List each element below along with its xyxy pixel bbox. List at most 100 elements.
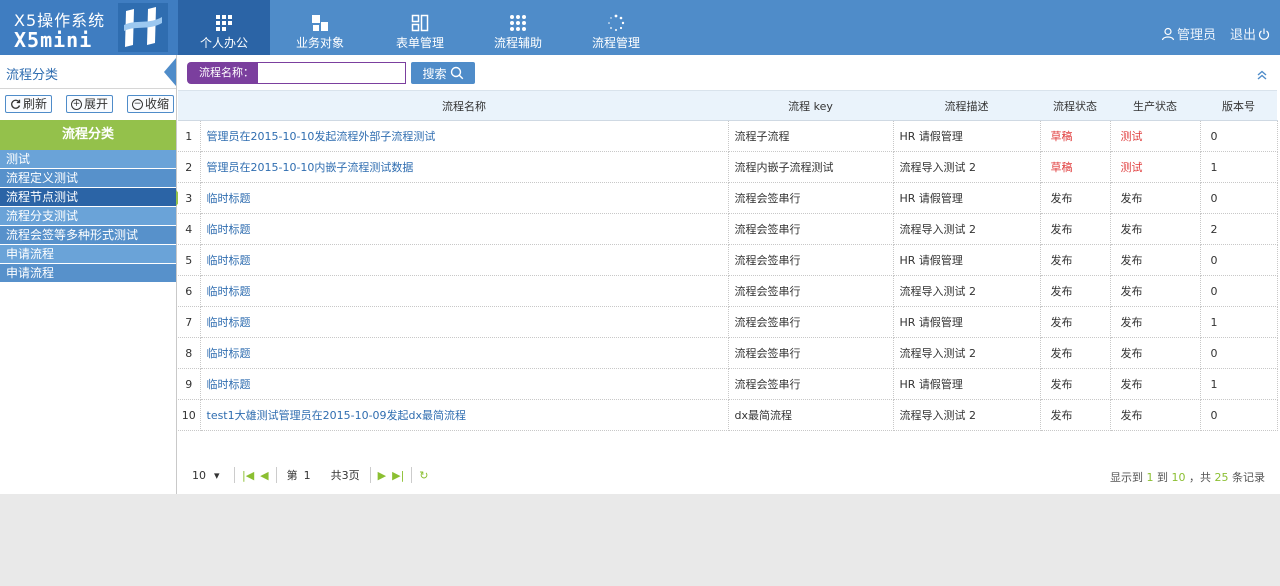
pagination: 10 ▾ |◀ ◀ 第 1 共3页 ▶ ▶| ↻ 显示到 1 到 10 ，共 2…: [178, 462, 1277, 488]
row-production-status: 发布: [1110, 306, 1201, 338]
table-row[interactable]: 7 临时标题 流程会签串行 HR 请假管理 发布 发布 1: [178, 306, 1278, 338]
form-icon: [411, 14, 429, 32]
table-row[interactable]: 9 临时标题 流程会签串行 HR 请假管理 发布 发布 1: [178, 368, 1278, 400]
row-name-link[interactable]: 临时标题: [200, 244, 729, 276]
brand: X5操作系统 X5mini: [0, 0, 178, 55]
main-content: 流程名称： 搜索 流程名称 流程 key 流程描述 流程状态 生产状态 版本号 …: [178, 55, 1280, 494]
row-description: 流程导入测试 2: [893, 337, 1041, 369]
divider: [234, 467, 235, 483]
user-area: 管理员 退出: [1161, 24, 1270, 43]
user-menu[interactable]: 管理员: [1161, 24, 1216, 43]
row-version: 0: [1200, 244, 1278, 276]
row-description: 流程导入测试 2: [893, 151, 1041, 183]
row-production-status: 发布: [1110, 337, 1201, 369]
divider: [411, 467, 413, 483]
dots-icon: [510, 15, 526, 31]
category-item[interactable]: 申请流程: [0, 245, 176, 264]
table-row[interactable]: 10 test1大雄测试管理员在2015-10-09发起dx最简流程 dx最简流程流…: [178, 399, 1278, 431]
row-name-link[interactable]: 临时标题: [200, 213, 729, 245]
column-header-name[interactable]: 流程名称: [200, 90, 728, 121]
row-name-link[interactable]: 临时标题: [200, 275, 729, 307]
row-name-link[interactable]: 临时标题: [200, 337, 729, 369]
table-row[interactable]: 8 临时标题 流程会签串行 流程导入测试 2 发布 发布 0: [178, 337, 1278, 369]
row-version: 1: [1200, 151, 1278, 183]
table-row[interactable]: 2 管理员在2015-10-10内嵌子流程测试数据 流程内嵌子流程测试 流程导入测试 …: [178, 151, 1278, 183]
category-item[interactable]: 流程会签等多种形式测试: [0, 226, 176, 245]
row-status: 发布: [1040, 306, 1111, 338]
category-item[interactable]: 申请流程: [0, 264, 176, 283]
blocks-icon: [312, 15, 328, 31]
nav-label: 流程辅助: [493, 36, 542, 50]
logo-icon: [118, 3, 168, 52]
nav-item-business-objects[interactable]: 业务对象: [270, 0, 370, 55]
app-window: X5操作系统 X5mini 个人办公 业务对象 表单管理 流程辅助 流程管理 管…: [0, 0, 1280, 494]
row-status: 发布: [1040, 399, 1111, 431]
page-size-select[interactable]: 10 ▾: [192, 469, 230, 482]
table-row[interactable]: 3 临时标题 流程会签串行 HR 请假管理 发布 发布 0: [178, 182, 1278, 214]
power-icon: [1258, 28, 1270, 40]
nav-label: 业务对象: [295, 36, 344, 50]
category-item[interactable]: 测试: [0, 150, 176, 169]
table-row[interactable]: 6 临时标题 流程会签串行 流程导入测试 2 发布 发布 0: [178, 275, 1278, 307]
nav-item-process-management[interactable]: 流程管理: [566, 0, 666, 55]
category-item[interactable]: 流程分支测试: [0, 207, 176, 226]
row-name-link[interactable]: 临时标题: [200, 182, 729, 214]
expand-button[interactable]: + 展开: [66, 95, 114, 113]
row-name-link[interactable]: 临时标题: [200, 368, 729, 400]
column-header-description[interactable]: 流程描述: [893, 90, 1040, 121]
nav-item-process-aid[interactable]: 流程辅助: [470, 0, 566, 55]
next-page-icon[interactable]: ▶: [378, 469, 386, 482]
row-name-link[interactable]: test1大雄测试管理员在2015-10-09发起dx最简流程: [200, 399, 729, 431]
column-header-version[interactable]: 版本号: [1200, 90, 1277, 121]
left-panel-header: 流程分类: [0, 55, 176, 89]
nav-item-personal-office[interactable]: 个人办公: [178, 0, 270, 55]
table-row[interactable]: 1 管理员在2015-10-10发起流程外部子流程测试 流程子流程 HR 请假管理 草稿…: [178, 120, 1278, 152]
prev-page-icon[interactable]: ◀: [260, 469, 268, 482]
column-header-production[interactable]: 生产状态: [1110, 90, 1200, 121]
table-row[interactable]: 4 临时标题 流程会签串行 流程导入测试 2 发布 发布 2: [178, 213, 1278, 245]
row-production-status: 测试: [1110, 151, 1201, 183]
last-page-icon[interactable]: ▶|: [392, 469, 404, 482]
row-description: HR 请假管理: [893, 368, 1041, 400]
info-total-prefix: ，共: [1189, 471, 1211, 484]
column-header-key[interactable]: 流程 key: [728, 90, 893, 121]
collapse-button[interactable]: − 收缩: [127, 95, 175, 113]
nav-label: 流程管理: [591, 36, 640, 50]
row-name-link[interactable]: 临时标题: [200, 306, 729, 338]
row-name-link[interactable]: 管理员在2015-10-10内嵌子流程测试数据: [200, 151, 729, 183]
row-key: 流程会签串行: [728, 337, 894, 369]
collapse-left-icon[interactable]: [164, 58, 176, 86]
category-item[interactable]: 流程定义测试: [0, 169, 176, 188]
row-production-status: 发布: [1110, 244, 1201, 276]
column-header-index: [178, 90, 200, 121]
current-page[interactable]: 1: [304, 469, 311, 482]
search-button[interactable]: 搜索: [411, 62, 475, 84]
row-status: 发布: [1040, 213, 1111, 245]
reload-icon[interactable]: ↻: [419, 469, 428, 482]
search-input[interactable]: [258, 62, 406, 84]
minus-circle-icon: −: [132, 98, 143, 110]
first-page-icon[interactable]: |◀: [242, 469, 254, 482]
row-name-link[interactable]: 管理员在2015-10-10发起流程外部子流程测试: [200, 120, 729, 152]
nav-label: 个人办公: [199, 36, 248, 50]
row-index: 4: [178, 213, 201, 245]
row-key: 流程会签串行: [728, 306, 894, 338]
table-row[interactable]: 5 临时标题 流程会签串行 HR 请假管理 发布 发布 0: [178, 244, 1278, 276]
category-item-selected[interactable]: 流程节点测试: [0, 188, 183, 207]
nav-item-form-management[interactable]: 表单管理: [370, 0, 470, 55]
column-header-status[interactable]: 流程状态: [1040, 90, 1110, 121]
row-description: HR 请假管理: [893, 244, 1041, 276]
logout-button[interactable]: 退出: [1230, 24, 1270, 43]
row-description: HR 请假管理: [893, 182, 1041, 214]
collapse-up-icon[interactable]: [1256, 69, 1268, 81]
divider: [369, 467, 371, 483]
row-key: dx最简流程: [728, 399, 894, 431]
page-size-value: 10: [192, 468, 206, 482]
row-description: HR 请假管理: [893, 306, 1041, 338]
row-index: 8: [178, 337, 201, 369]
divider: [275, 467, 277, 483]
category-header: 流程分类: [0, 120, 176, 150]
row-key: 流程会签串行: [728, 275, 894, 307]
search-icon: [450, 66, 463, 80]
refresh-button[interactable]: 刷新: [5, 95, 53, 113]
